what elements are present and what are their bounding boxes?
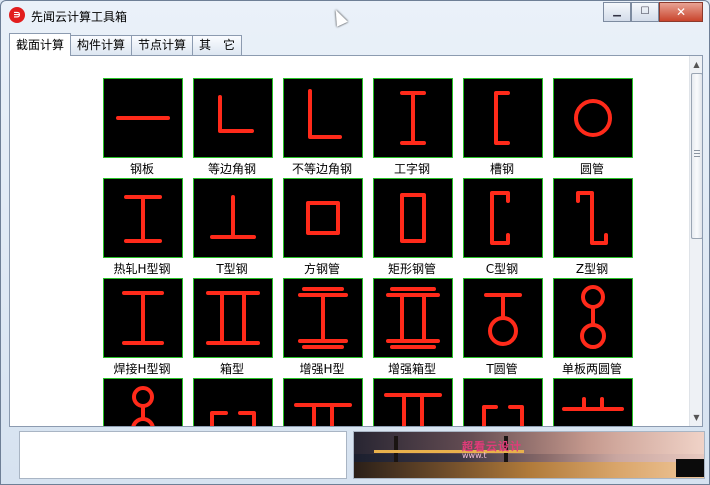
- section-type-item[interactable]: 单板两圆管: [552, 278, 634, 378]
- section-type-label: 增强H型: [299, 362, 345, 376]
- section-type-label: 槽钢: [489, 162, 514, 176]
- channel-icon[interactable]: [463, 78, 543, 158]
- i-beam-icon[interactable]: [373, 78, 453, 158]
- mouse-cursor-icon: [330, 7, 348, 27]
- square-tube-icon[interactable]: [283, 178, 363, 258]
- scroll-down-arrow-icon[interactable]: ▼: [690, 410, 702, 425]
- ad-banner[interactable]: 超看云设计 www.t: [353, 431, 705, 479]
- t-section-icon[interactable]: [193, 178, 273, 258]
- section-type-item[interactable]: 增强箱型: [372, 278, 454, 378]
- z-section-icon[interactable]: [553, 178, 633, 258]
- section-type-label: 钢板: [129, 162, 154, 176]
- equal-angle-icon[interactable]: [193, 78, 273, 158]
- section-type-label: 不等边角钢: [291, 162, 352, 176]
- banner-subtext: www.t: [462, 451, 487, 460]
- section-type-item[interactable]: 钢板: [102, 78, 184, 178]
- double-lip-icon[interactable]: [553, 378, 633, 426]
- section-calc-panel: 钢板 等边角钢 不等边角钢 工字钢 槽钢 圆管热轧H型钢 T型钢 方钢管 矩形钢管 C型钢 Z型钢焊…: [9, 55, 703, 427]
- section-type-item[interactable]: [552, 378, 634, 426]
- section-type-label: 热轧H型钢: [113, 262, 171, 276]
- section-type-item[interactable]: 矩形钢管: [372, 178, 454, 278]
- section-type-item[interactable]: 槽钢: [462, 78, 544, 178]
- tube-plate-tube-icon[interactable]: [103, 378, 183, 426]
- section-type-item[interactable]: 工字钢: [372, 78, 454, 178]
- section-type-item[interactable]: C型钢: [462, 178, 544, 278]
- section-type-item[interactable]: 热轧H型钢: [102, 178, 184, 278]
- tab-joint-calc[interactable]: 节点计算: [131, 35, 194, 55]
- section-type-item[interactable]: [282, 378, 364, 426]
- section-type-item[interactable]: 方钢管: [282, 178, 364, 278]
- double-t-b-icon[interactable]: [373, 378, 453, 426]
- double-channel-b-icon[interactable]: [463, 378, 543, 426]
- section-type-item[interactable]: [192, 378, 274, 426]
- section-type-item[interactable]: 不等边角钢: [282, 78, 364, 178]
- scrollbar-thumb[interactable]: [691, 73, 702, 239]
- section-type-label: Z型钢: [575, 262, 609, 276]
- scroll-up-arrow-icon[interactable]: ▲: [690, 57, 702, 72]
- app-logo-icon: ∍: [9, 7, 25, 23]
- section-type-label: T圆管: [486, 362, 518, 376]
- section-type-item[interactable]: 等边角钢: [192, 78, 274, 178]
- section-type-label: 矩形钢管: [387, 262, 436, 276]
- section-type-item[interactable]: 箱型: [192, 278, 274, 378]
- section-type-item[interactable]: 焊接H型钢: [102, 278, 184, 378]
- close-button[interactable]: ✕: [659, 2, 703, 22]
- rect-tube-icon[interactable]: [373, 178, 453, 258]
- section-type-item[interactable]: 增强H型: [282, 278, 364, 378]
- plate-icon[interactable]: [103, 78, 183, 158]
- section-type-label: 箱型: [219, 362, 244, 376]
- minimize-button[interactable]: ▁: [603, 2, 631, 22]
- section-type-label: 方钢管: [303, 262, 340, 276]
- round-tube-icon[interactable]: [553, 78, 633, 158]
- tab-section-calc[interactable]: 截面计算: [9, 33, 72, 56]
- reinforced-h-icon[interactable]: [283, 278, 363, 358]
- section-type-label: 单板两圆管: [561, 362, 622, 376]
- t-round-tube-icon[interactable]: [463, 278, 543, 358]
- hot-rolled-h-icon[interactable]: [103, 178, 183, 258]
- section-type-label: 工字钢: [393, 162, 430, 176]
- section-type-label: C型钢: [485, 262, 519, 276]
- section-type-label: 增强箱型: [387, 362, 436, 376]
- section-type-label: 圆管: [579, 162, 604, 176]
- double-t-icon[interactable]: [283, 378, 363, 426]
- window-title: 先闻云计算工具箱: [31, 10, 128, 24]
- box-section-icon[interactable]: [193, 278, 273, 358]
- welded-h-icon[interactable]: [103, 278, 183, 358]
- section-type-label: 等边角钢: [207, 162, 256, 176]
- section-type-item[interactable]: 圆管: [552, 78, 634, 178]
- section-type-item[interactable]: T型钢: [192, 178, 274, 278]
- vertical-scrollbar[interactable]: ▲ ▼: [689, 56, 702, 426]
- section-type-item[interactable]: T圆管: [462, 278, 544, 378]
- section-type-item[interactable]: [102, 378, 184, 426]
- reinforced-box-icon[interactable]: [373, 278, 453, 358]
- section-type-item[interactable]: Z型钢: [552, 178, 634, 278]
- tab-other[interactable]: 其 它: [192, 35, 243, 55]
- app-window: ∍ 先闻云计算工具箱 ▁ ☐ ✕ 截面计算 构件计算 节点计算 其 它 钢板 等边…: [0, 0, 710, 485]
- plate-two-tubes-icon[interactable]: [553, 278, 633, 358]
- c-section-icon[interactable]: [463, 178, 543, 258]
- section-type-item[interactable]: [462, 378, 544, 426]
- info-box: [19, 431, 347, 479]
- tab-member-calc[interactable]: 构件计算: [70, 35, 133, 55]
- double-channel-icon[interactable]: [193, 378, 273, 426]
- section-type-label: T型钢: [216, 262, 248, 276]
- section-type-item[interactable]: [372, 378, 454, 426]
- maximize-button[interactable]: ☐: [631, 2, 659, 22]
- title-bar[interactable]: ∍ 先闻云计算工具箱 ▁ ☐ ✕: [1, 1, 709, 31]
- section-type-label: 焊接H型钢: [113, 362, 171, 376]
- tab-bar: 截面计算 构件计算 节点计算 其 它: [9, 33, 243, 56]
- unequal-angle-icon[interactable]: [283, 78, 363, 158]
